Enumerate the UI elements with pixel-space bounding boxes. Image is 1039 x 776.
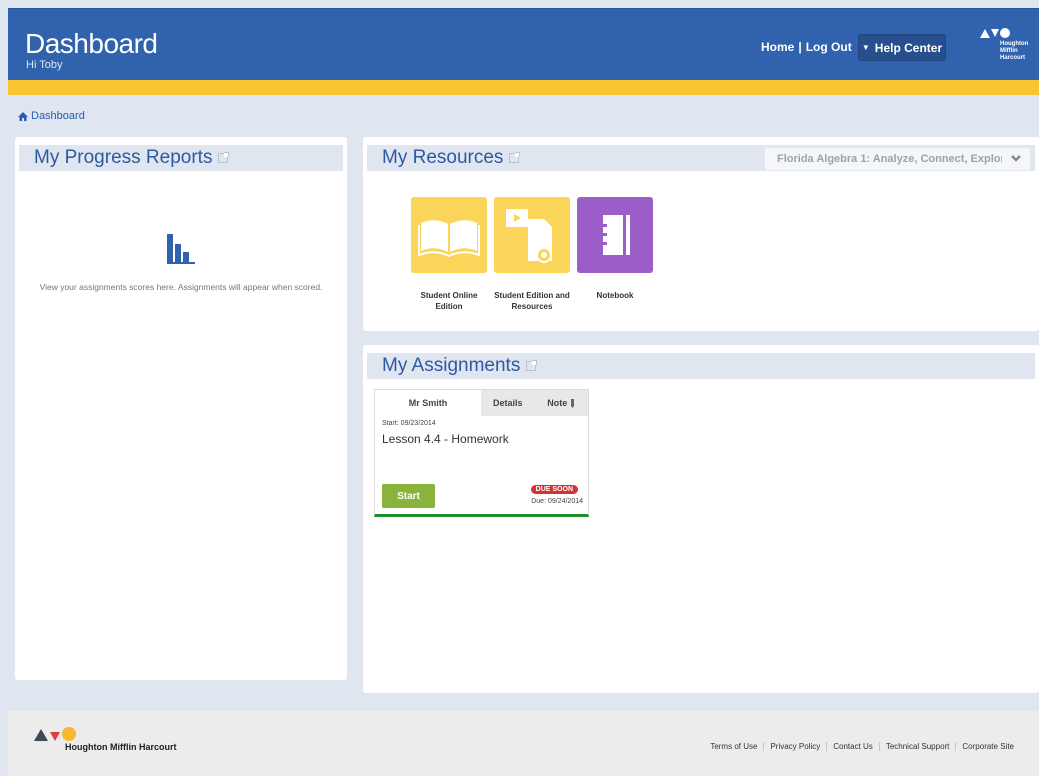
- tab-details[interactable]: Details: [481, 390, 535, 416]
- progress-empty-text: View your assignments scores here. Assig…: [39, 282, 323, 292]
- app-header: Dashboard Hi Toby Home | Log Out ▼ Help …: [8, 8, 1039, 80]
- hmh-shapes-icon: [34, 727, 76, 741]
- page-footer: Houghton Mifflin Harcourt Terms of Use P…: [8, 711, 1039, 776]
- due-soon-badge: DUE SOON: [530, 485, 578, 494]
- hmh-logo: Houghton Mifflin Harcourt: [980, 26, 1039, 72]
- book-icon: [418, 220, 480, 258]
- privacy-policy-link[interactable]: Privacy Policy: [763, 742, 826, 751]
- tab-note-label: Note: [547, 398, 568, 408]
- student-edition-resources-tile[interactable]: [494, 197, 570, 273]
- breadcrumb[interactable]: Dashboard: [18, 110, 85, 122]
- bar-chart-icon: [167, 234, 195, 264]
- student-edition-resources-label[interactable]: Student Edition and Resources: [492, 290, 572, 312]
- chevron-down-icon: [1010, 152, 1022, 167]
- assignment-title[interactable]: Lesson 4.4 - Homework: [382, 432, 509, 446]
- notebook-tile[interactable]: [577, 197, 653, 273]
- tab-teacher[interactable]: Mr Smith: [375, 390, 481, 416]
- footer-links: Terms of Use Privacy Policy Contact Us T…: [704, 742, 1020, 751]
- progress-reports-header[interactable]: My Progress Reports: [19, 145, 343, 171]
- hmh-shapes-icon: [980, 28, 1010, 38]
- contact-us-link[interactable]: Contact Us: [826, 742, 879, 751]
- assignments-title[interactable]: My Assignments: [382, 355, 520, 377]
- logout-link[interactable]: Log Out: [806, 40, 852, 54]
- top-links: Home | Log Out: [761, 40, 852, 54]
- notebook-icon: [599, 215, 630, 255]
- external-link-icon[interactable]: [218, 152, 230, 163]
- progress-reports-title[interactable]: My Progress Reports: [34, 147, 212, 169]
- student-online-edition-label[interactable]: Student Online Edition: [409, 290, 489, 312]
- course-select[interactable]: Florida Algebra 1: Analyze, Connect, Exp…: [764, 147, 1031, 171]
- assignments-header[interactable]: My Assignments: [367, 353, 1035, 379]
- start-assignment-button[interactable]: Start: [382, 484, 435, 508]
- chevron-down-icon: ▼: [861, 43, 870, 52]
- help-center-label: Help Center: [874, 40, 943, 55]
- assignment-card: Mr Smith Details Note Start: 09/23/2014 …: [374, 389, 589, 517]
- breadcrumb-dashboard[interactable]: Dashboard: [31, 110, 85, 122]
- assignment-due-date: Due: 09/24/2014: [531, 498, 583, 505]
- external-link-icon[interactable]: [509, 152, 521, 163]
- assignments-panel: My Assignments Mr Smith Details Note Sta…: [363, 345, 1039, 693]
- resources-panel: My Resources Florida Algebra 1: Analyze,…: [363, 137, 1039, 331]
- logo-text: Houghton Mifflin Harcourt: [1000, 41, 1029, 61]
- home-icon: [18, 111, 28, 121]
- assignment-start-date: Start: 09/23/2014: [382, 420, 436, 427]
- page-title: Dashboard: [25, 28, 158, 59]
- external-link-icon[interactable]: [526, 360, 538, 371]
- resources-title[interactable]: My Resources: [382, 147, 503, 169]
- notebook-label[interactable]: Notebook: [575, 290, 655, 301]
- footer-logo: Houghton Mifflin Harcourt: [34, 726, 176, 752]
- pencil-icon: [571, 398, 575, 408]
- home-link[interactable]: Home: [761, 40, 794, 54]
- technical-support-link[interactable]: Technical Support: [878, 742, 956, 751]
- assignment-tabs: Mr Smith Details Note: [375, 390, 588, 416]
- footer-brand: Houghton Mifflin Harcourt: [65, 742, 177, 752]
- tab-note[interactable]: Note: [534, 390, 588, 416]
- link-separator: |: [798, 40, 802, 54]
- corporate-site-link[interactable]: Corporate Site: [955, 742, 1020, 751]
- student-online-edition-tile[interactable]: [411, 197, 487, 273]
- help-center-button[interactable]: ▼ Help Center: [858, 34, 946, 61]
- progress-reports-panel: My Progress Reports View your assignment…: [15, 137, 347, 680]
- terms-of-use-link[interactable]: Terms of Use: [704, 742, 763, 751]
- accent-bar: [8, 80, 1039, 95]
- media-files-icon: [506, 209, 552, 263]
- course-select-value: Florida Algebra 1: Analyze, Connect, Exp…: [777, 153, 1002, 165]
- user-greeting: Hi Toby: [26, 59, 63, 71]
